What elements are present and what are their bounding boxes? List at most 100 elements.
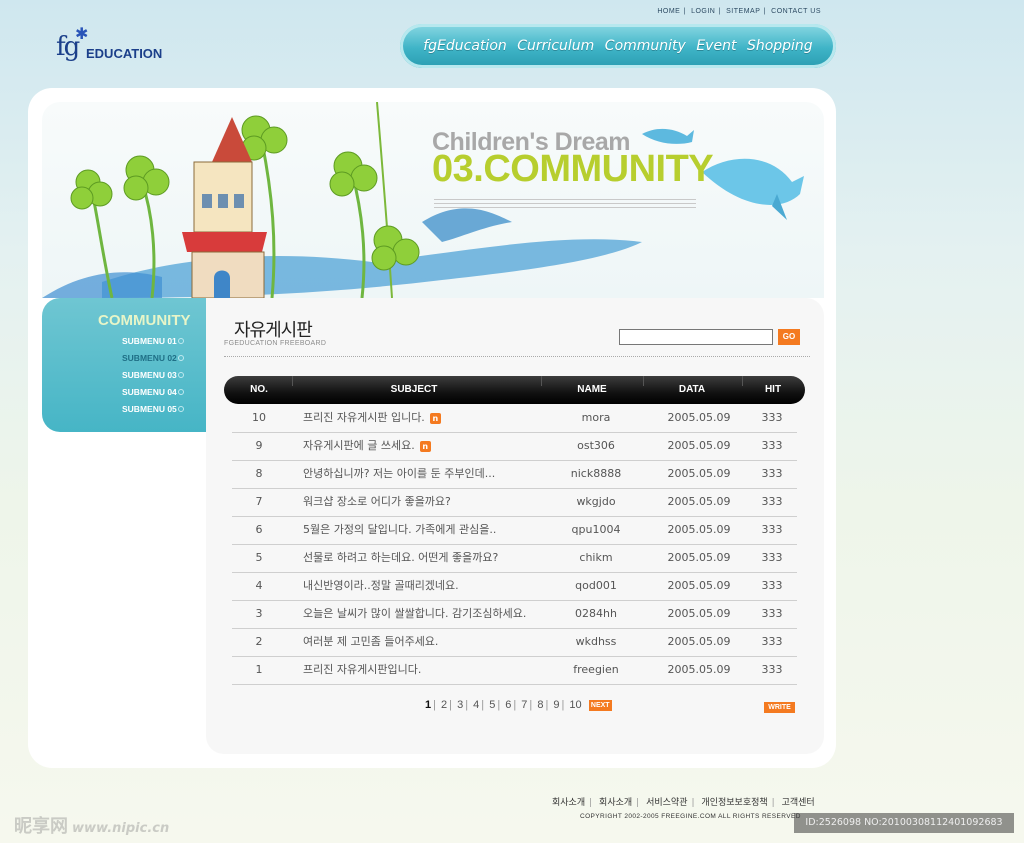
footer-link-terms[interactable]: 서비스약관 — [646, 798, 687, 808]
page-7[interactable]: 7 — [521, 699, 527, 711]
hero-title-large: 03.COMMUNITY — [432, 148, 714, 190]
row-author: freegien — [573, 663, 619, 676]
row-subject[interactable]: 5월은 가정의 달입니다. 가족에게 관심을.. — [303, 523, 496, 536]
row-number: 4 — [255, 579, 263, 592]
row-date-cell: 2005.05.09 — [644, 544, 754, 572]
footer-link-company-2[interactable]: 회사소개 — [599, 798, 632, 808]
nav-shopping[interactable]: Shopping — [747, 38, 813, 54]
row-date-cell: 2005.05.09 — [644, 516, 754, 544]
row-hits-cell: 333 — [742, 516, 802, 544]
row-author: qpu1004 — [571, 523, 621, 536]
next-page-button[interactable]: NEXT — [588, 699, 612, 711]
page-10[interactable]: 10 — [569, 699, 581, 711]
row-hits-cell: 333 — [742, 600, 802, 628]
footer-link-privacy[interactable]: 개인정보보호정책 — [701, 798, 767, 808]
bullet-icon — [178, 355, 184, 361]
copyright: COPYRIGHT 2002-2005 FREEGINE.COM ALL RIG… — [580, 813, 801, 820]
nav-fgeducation[interactable]: fgEducation — [423, 38, 507, 54]
row-hits-cell: 333 — [742, 460, 802, 488]
row-hits-cell: 333 — [742, 656, 802, 684]
nav-community[interactable]: Community — [605, 38, 686, 54]
page-9[interactable]: 9 — [553, 699, 559, 711]
row-subject[interactable]: 자유게시판에 글 쓰세요. — [303, 439, 415, 452]
page-8[interactable]: 8 — [537, 699, 543, 711]
nav-event[interactable]: Event — [696, 38, 736, 54]
side-nav: COMMUNITY SUBMENU 01 SUBMENU 02 SUBMENU … — [42, 298, 206, 432]
row-subject-cell[interactable]: 프리진 자유게시판 입니다. n — [303, 404, 563, 432]
row-subject[interactable]: 선물로 하려고 하는데요. 어떤게 좋을까요? — [303, 551, 498, 564]
row-subject-cell[interactable]: 안녕하십니까? 저는 아이를 둔 주부인데... — [303, 460, 563, 488]
row-number-cell: 6 — [232, 516, 286, 544]
table-header: NO. SUBJECT NAME DATA HIT — [224, 376, 805, 404]
page-1[interactable]: 1 — [425, 699, 431, 711]
submenu-02[interactable]: SUBMENU 02 — [122, 353, 177, 363]
submenu-03[interactable]: SUBMENU 03 — [122, 370, 177, 380]
row-date: 2005.05.09 — [667, 495, 731, 508]
row-hits-cell: 333 — [742, 628, 802, 656]
page-6[interactable]: 6 — [505, 699, 511, 711]
row-hits: 333 — [761, 607, 783, 620]
header-name: NAME — [577, 384, 607, 395]
row-subject[interactable]: 안녕하십니까? 저는 아이를 둔 주부인데... — [303, 467, 495, 480]
table-row[interactable]: 3 오늘은 날씨가 많이 쌀쌀합니다. 감기조심하세요. 0284hh 2005.05… — [232, 600, 797, 629]
row-subject-cell[interactable]: 내신반영이라..정말 골때리겠네요. — [303, 572, 563, 600]
row-subject[interactable]: 프리진 자유게시판 입니다. — [303, 411, 425, 424]
row-subject[interactable]: 오늘은 날씨가 많이 쌀쌀합니다. 감기조심하세요. — [303, 607, 526, 620]
search-input[interactable] — [619, 329, 773, 345]
page-5[interactable]: 5 — [489, 699, 495, 711]
footer-link-company[interactable]: 회사소개 — [552, 798, 585, 808]
site-logo[interactable]: ✱ fg EDUCATION — [56, 26, 162, 68]
row-author: nick8888 — [570, 467, 622, 480]
submenu-01[interactable]: SUBMENU 01 — [122, 336, 177, 346]
table-row[interactable]: 4 내신반영이라..정말 골때리겠네요. qod001 2005.05.09 333 — [232, 572, 797, 601]
row-number: 6 — [255, 523, 263, 536]
table-row[interactable]: 10 프리진 자유게시판 입니다. n mora 2005.05.09 333 — [232, 404, 797, 433]
row-date: 2005.05.09 — [667, 439, 731, 452]
submenu-05[interactable]: SUBMENU 05 — [122, 404, 177, 414]
row-author-cell: qpu1004 — [542, 516, 650, 544]
utility-sitemap-link[interactable]: SITEMAP — [726, 8, 760, 15]
page-3[interactable]: 3 — [457, 699, 463, 711]
submenu-04[interactable]: SUBMENU 04 — [122, 387, 177, 397]
footer-link-support[interactable]: 고객센터 — [782, 798, 815, 808]
row-subject-cell[interactable]: 오늘은 날씨가 많이 쌀쌀합니다. 감기조심하세요. — [303, 600, 563, 628]
table-row[interactable]: 6 5월은 가정의 달입니다. 가족에게 관심을.. qpu1004 2005.05.… — [232, 516, 797, 545]
utility-login-link[interactable]: LOGIN — [691, 8, 715, 15]
row-subject-cell[interactable]: 워크샵 장소로 어디가 좋을까요? — [303, 488, 563, 516]
row-number: 2 — [255, 635, 263, 648]
header-subject: SUBJECT — [390, 384, 438, 395]
row-subject[interactable]: 워크샵 장소로 어디가 좋을까요? — [303, 495, 451, 508]
table-row[interactable]: 2 여러분 제 고민좀 들어주세요. wkdhss 2005.05.09 333 — [232, 628, 797, 657]
row-number-cell: 7 — [232, 488, 286, 516]
page-4[interactable]: 4 — [473, 699, 479, 711]
table-row[interactable]: 8 안녕하십니까? 저는 아이를 둔 주부인데... nick8888 2005.05… — [232, 460, 797, 489]
row-number: 8 — [255, 467, 263, 480]
row-subject-cell[interactable]: 5월은 가정의 달입니다. 가족에게 관심을.. — [303, 516, 563, 544]
row-number-cell: 10 — [232, 404, 286, 432]
write-button[interactable]: WRITE — [764, 702, 795, 713]
row-number-cell: 4 — [232, 572, 286, 600]
new-badge: n — [419, 440, 431, 452]
row-author-cell: ost306 — [542, 432, 650, 460]
nav-curriculum[interactable]: Curriculum — [517, 38, 594, 54]
row-subject-cell[interactable]: 자유게시판에 글 쓰세요. n — [303, 432, 563, 460]
table-row[interactable]: 1 프리진 자유게시판입니다. freegien 2005.05.09 333 — [232, 656, 797, 685]
utility-home-link[interactable]: HOME — [657, 8, 680, 15]
table-row[interactable]: 9 자유게시판에 글 쓰세요. n ost306 2005.05.09 333 — [232, 432, 797, 461]
row-subject-cell[interactable]: 선물로 하려고 하는데요. 어떤게 좋을까요? — [303, 544, 563, 572]
row-number-cell: 3 — [232, 600, 286, 628]
row-subject[interactable]: 프리진 자유게시판입니다. — [303, 663, 421, 676]
table-row[interactable]: 7 워크샵 장소로 어디가 좋을까요? wkgjdo 2005.05.09 333 — [232, 488, 797, 517]
row-hits-cell: 333 — [742, 544, 802, 572]
row-subject[interactable]: 내신반영이라..정말 골때리겠네요. — [303, 579, 459, 592]
search-go-button[interactable]: GO — [778, 329, 800, 345]
row-subject-cell[interactable]: 여러분 제 고민좀 들어주세요. — [303, 628, 563, 656]
logo-fg: fg — [56, 32, 80, 62]
table-row[interactable]: 5 선물로 하려고 하는데요. 어떤게 좋을까요? chikm 2005.05.09 3… — [232, 544, 797, 573]
new-badge: n — [429, 412, 441, 424]
row-date-cell: 2005.05.09 — [644, 488, 754, 516]
page-2[interactable]: 2 — [441, 699, 447, 711]
row-subject-cell[interactable]: 프리진 자유게시판입니다. — [303, 656, 563, 684]
row-subject[interactable]: 여러분 제 고민좀 들어주세요. — [303, 635, 438, 648]
utility-contact-link[interactable]: CONTACT US — [771, 8, 821, 15]
